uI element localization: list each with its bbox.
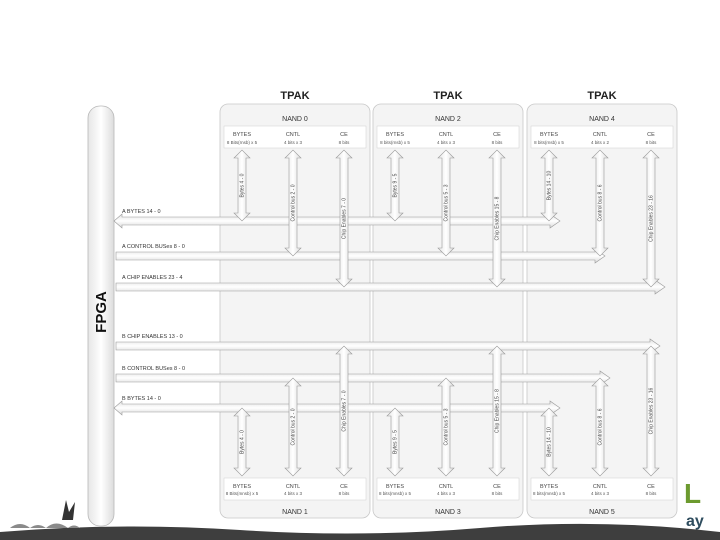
bus-label: A CONTROL BUSes 8 - 0 [122,244,185,250]
vertical-signal-label: Control bus 2 - 0 [291,184,297,221]
bus-label: B CHIP ENABLES 13 - 0 [122,334,183,340]
cell-subheader: 8 Bits(mnsb) x 5 [226,491,259,496]
cell-header: BYTES [233,132,251,138]
cell-header: CE [493,484,501,490]
cell-subheader: 8 bits(rnsb) x 5 [534,140,564,145]
cell-subheader: 8 bits [646,140,658,145]
cell-subheader: 4 bits x 3 [437,491,456,496]
cell-subheader: 8 bits [492,140,504,145]
cell-subheader: 8 bits(mnsb) x 5 [533,491,566,496]
cell-subheader: 4 bits x 3 [591,491,610,496]
svg-text:ay: ay [686,513,704,530]
nand-bottom-label: NAND 5 [589,509,615,516]
cell-subheader: 8 bits(mnsb) x 5 [379,491,412,496]
cell-header: CNTL [286,132,300,138]
cell-subheader: 8 bits [646,491,658,496]
vertical-signal-label: Control bus 2 - 0 [291,408,297,445]
cell-header: CNTL [593,484,607,490]
vertical-signal-label: Control bus 8 - 6 [598,184,604,221]
nand-bottom-label: NAND 1 [282,509,308,516]
cell-subheader: 4 bits x 3 [284,491,303,496]
cell-header: CE [647,132,655,138]
cell-subheader: 4 bits x 3 [437,140,456,145]
fpga-block: FPGA [87,105,115,527]
vertical-signal-label: Chip Enables 15 - 8 [495,389,501,433]
bus-label: A CHIP ENABLES 23 - 4 [122,275,182,281]
cell-subheader: 8 Bits(rnsb) x 5 [227,140,258,145]
cell-subheader: 8 bits [492,491,504,496]
vertical-signal-label: Chip Enables 23 - 16 [649,195,655,242]
vertical-signal-label: Control bus 8 - 6 [598,408,604,445]
cell-subheader: 8 bits [339,140,351,145]
tpak-label: TPAK [587,90,616,102]
cell-header: BYTES [386,132,404,138]
vertical-signal-label: Bytes 9 - 5 [393,173,399,197]
cell-header: CE [340,132,348,138]
cell-subheader: 4 bits x 3 [284,140,303,145]
cell-header: CE [493,132,501,138]
bus-label: A BYTES 14 - 0 [122,209,161,215]
cell-header: BYTES [386,484,404,490]
vertical-signal-label: Bytes 4 - 0 [240,430,246,454]
vertical-signal-label: Control bus 5 - 3 [444,408,450,445]
cell-subheader: 8 bits [339,491,351,496]
tpak-label: TPAK [280,90,309,102]
vertical-signal-label: Bytes 14 - 10 [547,427,553,457]
nand-top-label: NAND 4 [589,116,615,123]
brand-logo: L ay [684,478,704,530]
cell-header: CNTL [439,132,453,138]
cell-subheader: 8 bits(rnsb) x 5 [380,140,410,145]
vertical-signal-label: Chip Enables 7 - 0 [342,390,348,431]
cell-header: CNTL [593,132,607,138]
vertical-signal-label: Bytes 9 - 5 [393,430,399,454]
vertical-signal-label: Bytes 4 - 0 [240,173,246,197]
bus-label: B BYTES 14 - 0 [122,396,161,402]
vertical-signal-label: Control bus 5 - 3 [444,184,450,221]
cell-header: BYTES [540,484,558,490]
nand-top-label: NAND 2 [435,116,461,123]
architecture-diagram: FPGA TPAK NAND 0 NAND 1 BYTES 8 Bits(rnsb) x… [0,90,720,540]
nand-bottom-label: NAND 3 [435,509,461,516]
cell-header: BYTES [540,132,558,138]
vertical-signal-label: Bytes 14 - 10 [547,171,553,201]
cell-header: BYTES [233,484,251,490]
svg-text:L: L [684,478,701,509]
fpga-label: FPGA [93,291,110,333]
nand-top-label: NAND 0 [282,116,308,123]
cell-header: CE [340,484,348,490]
vertical-signal-label: Chip Enables 23 - 16 [649,387,655,434]
cell-header: CNTL [439,484,453,490]
cell-header: CE [647,484,655,490]
vertical-signal-label: Chip Enables 15 - 8 [495,196,501,240]
bus-label: B CONTROL BUSes 8 - 0 [122,366,185,372]
tpak-label: TPAK [433,90,462,102]
cell-subheader: 4 bits x 2 [591,140,610,145]
cell-header: CNTL [286,484,300,490]
vertical-signal-label: Chip Enables 7 - 0 [342,198,348,239]
